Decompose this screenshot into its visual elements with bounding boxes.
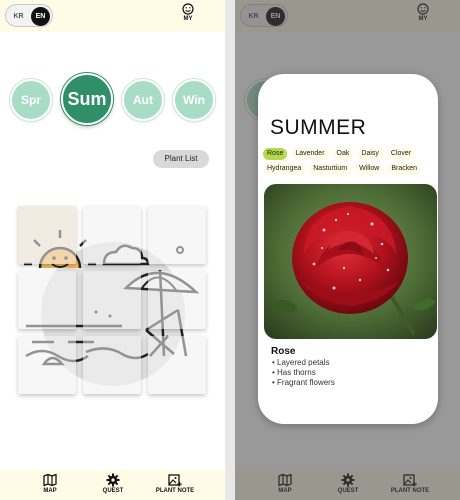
puzzle-tile[interactable] (83, 206, 141, 264)
lang-kr-option[interactable]: KR (9, 7, 28, 26)
plant-list-button[interactable]: Plant List (153, 150, 209, 168)
bottom-nav: MAP QUEST (0, 470, 225, 500)
top-bar: KR EN MY (0, 0, 225, 32)
puzzle-tile[interactable] (83, 271, 141, 329)
puzzle-tile[interactable] (83, 336, 141, 394)
plant-tag-list: Rose Lavender Oak Daisy Clover Hydrangea… (263, 148, 435, 175)
plant-tag-lavender[interactable]: Lavender (291, 148, 329, 160)
lang-en-option[interactable]: EN (31, 7, 50, 26)
plant-tag-rose[interactable]: Rose (263, 148, 288, 160)
season-plant-modal: SUMMER Rose Lavender Oak Daisy Clover Hy… (258, 74, 438, 424)
season-winter-button[interactable]: Win (173, 79, 215, 121)
modal-title: SUMMER (270, 116, 367, 139)
plant-feature-item: Fragrant flowers (272, 378, 335, 388)
nav-map-label: MAP (43, 488, 57, 494)
puzzle-tile[interactable] (18, 336, 76, 394)
plant-photo (264, 184, 437, 339)
nav-map-button[interactable]: MAP (20, 473, 80, 494)
plant-tag-nasturtium[interactable]: Nasturtium (309, 163, 352, 175)
plant-tag-daisy[interactable]: Daisy (357, 148, 383, 160)
nav-plant-note-button[interactable]: PLANT NOTE (145, 473, 205, 494)
home-screen: KR EN MY Spr Sum Aut Win Plant List MAP … (0, 0, 225, 500)
summer-modal-screen: KR EN MY MAP (235, 0, 460, 500)
plant-features-list: Layered petals Has thorns Fragrant flowe… (272, 358, 335, 388)
plant-tag-bracken[interactable]: Bracken (387, 163, 422, 175)
puzzle-tile[interactable] (148, 206, 206, 264)
smiley-icon (182, 3, 194, 15)
image-add-icon (168, 474, 182, 487)
nav-quest-button[interactable]: QUEST (83, 473, 143, 494)
puzzle-tile[interactable] (148, 336, 206, 394)
puzzle-tile[interactable] (18, 206, 76, 264)
nav-quest-label: QUEST (102, 488, 124, 494)
season-autumn-button[interactable]: Aut (122, 79, 164, 121)
rose-photo (264, 184, 437, 339)
language-toggle[interactable]: KR EN (5, 4, 53, 27)
plant-feature-item: Layered petals (272, 358, 335, 368)
plant-tag-clover[interactable]: Clover (386, 148, 416, 160)
my-label: MY (183, 16, 193, 22)
gear-icon (106, 473, 120, 487)
plant-tag-hydrangea[interactable]: Hydrangea (263, 163, 306, 175)
my-button[interactable]: MY (173, 3, 203, 22)
plant-name: Rose (271, 346, 296, 357)
season-spring-button[interactable]: Spr (10, 79, 52, 121)
plant-feature-item: Has thorns (272, 368, 335, 378)
puzzle-tile[interactable] (148, 271, 206, 329)
map-icon (43, 473, 57, 487)
summer-puzzle[interactable] (18, 206, 207, 395)
season-summer-button[interactable]: Sum (61, 73, 113, 125)
plant-tag-oak[interactable]: Oak (332, 148, 354, 160)
puzzle-tile[interactable] (18, 271, 76, 329)
plant-tag-willow[interactable]: Willow (355, 163, 384, 175)
nav-plant-note-label: PLANT NOTE (155, 488, 195, 494)
